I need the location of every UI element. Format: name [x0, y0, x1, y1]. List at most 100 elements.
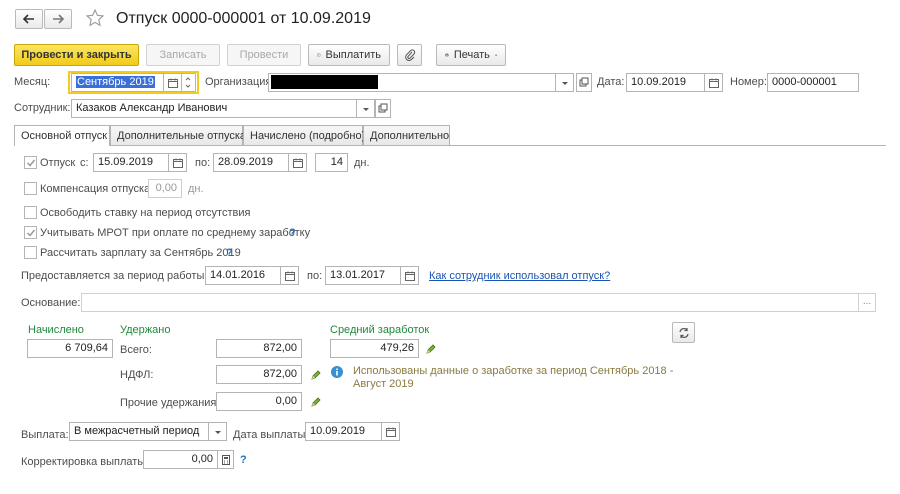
calc-salary-help[interactable]: ?	[226, 246, 233, 260]
vacation-label: Отпуск	[40, 157, 76, 169]
calc-salary-checkbox[interactable]	[24, 246, 37, 259]
ndfl-edit-pencil-icon[interactable]	[310, 369, 322, 381]
free-rate-label: Освободить ставку на период отсутствия	[40, 207, 251, 219]
correction-calculator-button[interactable]	[218, 450, 234, 469]
number-input[interactable]: 0000-000001	[767, 73, 859, 92]
vacation-usage-link[interactable]: Как сотрудник использовал отпуск?	[429, 269, 610, 283]
vacation-to-input[interactable]: 28.09.2019	[213, 153, 289, 172]
calendar-icon	[404, 271, 415, 281]
vacation-from-input[interactable]: 15.09.2019	[93, 153, 169, 172]
vacation-to-calendar-button[interactable]	[289, 153, 307, 172]
other-withholdings-value: 0,00	[216, 392, 302, 411]
period-from-input[interactable]: 14.01.2016	[205, 266, 281, 285]
employee-label: Сотрудник:	[14, 102, 71, 114]
ndfl-value: 872,00	[216, 365, 302, 384]
post-and-close-button[interactable]: Провести и закрыть	[14, 44, 139, 66]
star-icon[interactable]	[85, 8, 105, 28]
month-calendar-button[interactable]	[164, 73, 182, 92]
date-calendar-button[interactable]	[705, 73, 723, 92]
payout-date-label: Дата выплаты:	[233, 429, 309, 441]
mrot-help[interactable]: ?	[289, 226, 296, 240]
free-rate-checkbox[interactable]	[24, 206, 37, 219]
average-earnings-value: 479,26	[330, 339, 419, 358]
print-button[interactable]: Печать	[436, 44, 506, 66]
forward-button[interactable]	[44, 9, 72, 29]
tab-accrued-detailed[interactable]: Начислено (подробно)	[243, 125, 365, 145]
basis-label: Основание:	[21, 297, 81, 309]
open-link-icon	[378, 103, 388, 113]
caret-down-icon	[362, 107, 369, 111]
arrow-left-icon	[23, 14, 34, 24]
vacation-to-label: по:	[195, 157, 211, 169]
vacation-from-label: с:	[80, 157, 89, 169]
arrow-right-icon	[53, 14, 64, 24]
payout-date-calendar-button[interactable]	[382, 422, 400, 441]
other-withholdings-label: Прочие удержания:	[120, 397, 220, 409]
organization-label: Организация:	[205, 76, 275, 88]
date-label: Дата:	[597, 76, 625, 88]
correction-label: Корректировка выплаты:	[21, 456, 149, 468]
correction-input[interactable]: 0,00	[143, 450, 218, 469]
back-button[interactable]	[15, 9, 43, 29]
organization-redacted	[271, 75, 378, 89]
period-to-calendar-button[interactable]	[401, 266, 419, 285]
mrot-checkbox[interactable]	[24, 226, 37, 239]
compensation-days-input[interactable]: 0,00	[148, 179, 182, 198]
compensation-days-unit: дн.	[188, 183, 204, 195]
other-withholdings-edit-pencil-icon[interactable]	[310, 396, 322, 408]
pay-button-label: Выплатить	[325, 49, 381, 61]
average-earnings-edit-pencil-icon[interactable]	[425, 343, 437, 355]
earnings-info-line-1: Использованы данные о заработке за перио…	[353, 365, 674, 377]
tab-additional-vacations[interactable]: Дополнительные отпуска	[110, 125, 246, 145]
vacation-days-input[interactable]: 14	[315, 153, 348, 172]
save-button[interactable]: Записать	[146, 44, 220, 66]
correction-help[interactable]: ?	[240, 453, 247, 467]
basis-input[interactable]	[81, 293, 859, 312]
print-button-label: Печать	[453, 49, 490, 61]
vacation-checkbox[interactable]	[24, 156, 37, 169]
period-from-calendar-button[interactable]	[281, 266, 299, 285]
employee-open-button[interactable]	[375, 99, 391, 118]
date-input[interactable]: 10.09.2019	[626, 73, 705, 92]
employee-input[interactable]: Казаков Александр Иванович	[71, 99, 357, 118]
payout-dropdown-button[interactable]	[209, 422, 227, 441]
tab-main-vacation[interactable]: Основной отпуск	[14, 125, 110, 146]
payout-date-input[interactable]: 10.09.2019	[305, 422, 382, 441]
calendar-icon	[292, 158, 303, 168]
info-icon	[331, 366, 343, 378]
page-title: Отпуск 0000-000001 от 10.09.2019	[116, 10, 371, 27]
checkmark-icon	[26, 229, 35, 237]
withheld-label: Удержано	[120, 324, 171, 336]
earnings-info-text: Использованы данные о заработке за перио…	[353, 365, 673, 391]
month-input[interactable]: Сентябрь 2019	[71, 73, 164, 92]
tab-panel-border	[14, 145, 886, 146]
paperclip-icon	[404, 49, 415, 61]
organization-open-button[interactable]	[576, 73, 592, 92]
calendar-icon	[167, 78, 178, 88]
payout-label: Выплата:	[21, 429, 69, 441]
post-button[interactable]: Провести	[227, 44, 301, 66]
open-link-icon	[579, 77, 589, 87]
employee-dropdown-button[interactable]	[357, 99, 375, 118]
caret-down-icon	[561, 81, 568, 85]
pay-button[interactable]: Выплатить	[308, 44, 390, 66]
refresh-button[interactable]	[672, 322, 695, 343]
month-stepper[interactable]	[182, 73, 196, 92]
month-label: Месяц:	[14, 76, 51, 88]
compensation-checkbox[interactable]	[24, 182, 37, 195]
vacation-from-calendar-button[interactable]	[169, 153, 187, 172]
organization-dropdown-button[interactable]	[556, 73, 574, 92]
number-label: Номер:	[730, 76, 767, 88]
tab-additional[interactable]: Дополнительно	[363, 125, 450, 145]
printer-icon	[445, 53, 449, 57]
attach-button[interactable]	[397, 44, 422, 66]
period-to-input[interactable]: 13.01.2017	[325, 266, 401, 285]
payout-select[interactable]: В межрасчетный период	[69, 422, 209, 441]
accrued-value: 6 709,64	[27, 339, 113, 358]
basis-select-button[interactable]: ...	[859, 293, 876, 312]
withheld-total-value: 872,00	[216, 339, 302, 358]
month-value: Сентябрь 2019	[76, 76, 155, 88]
calendar-icon	[385, 427, 396, 437]
period-label: Предоставляется за период работы с:	[21, 270, 216, 282]
calc-salary-label: Рассчитать зарплату за Сентябрь 2019	[40, 247, 241, 259]
